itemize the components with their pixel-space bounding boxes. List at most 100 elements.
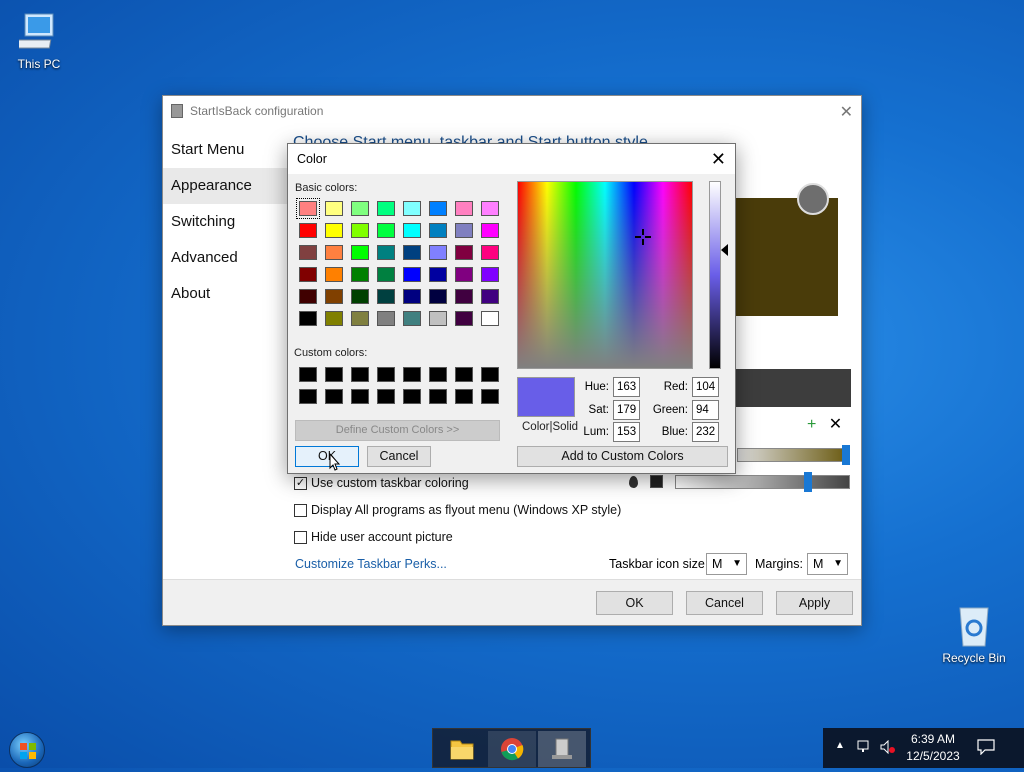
- color-slider[interactable]: [737, 445, 850, 465]
- basic-color-swatch[interactable]: [299, 223, 317, 238]
- start-button[interactable]: [9, 732, 45, 768]
- basic-color-swatch[interactable]: [325, 201, 343, 216]
- basic-color-swatch[interactable]: [351, 201, 369, 216]
- custom-color-swatch[interactable]: [481, 389, 499, 404]
- custom-color-swatch[interactable]: [351, 367, 369, 382]
- add-to-custom-colors-button[interactable]: Add to Custom Colors: [517, 446, 728, 467]
- basic-color-swatch[interactable]: [299, 311, 317, 326]
- checkbox-flyout[interactable]: [294, 503, 307, 517]
- basic-color-swatch[interactable]: [481, 267, 499, 282]
- nav-item-switching[interactable]: Switching: [163, 204, 289, 240]
- checkbox-custom-taskbar[interactable]: ✓: [294, 476, 307, 490]
- checkbox-row-hide-picture[interactable]: Hide user account picture: [294, 530, 453, 544]
- blue-input[interactable]: 232: [692, 422, 719, 442]
- lum-input[interactable]: 153: [613, 422, 640, 442]
- color-ok-button[interactable]: OK: [295, 446, 359, 467]
- basic-color-swatch[interactable]: [403, 289, 421, 304]
- basic-color-swatch[interactable]: [455, 201, 473, 216]
- taskbar-file-explorer[interactable]: [438, 731, 486, 767]
- basic-color-swatch[interactable]: [351, 223, 369, 238]
- custom-color-swatch[interactable]: [429, 367, 447, 382]
- basic-color-swatch[interactable]: [377, 223, 395, 238]
- custom-color-swatch[interactable]: [429, 389, 447, 404]
- custom-color-swatch[interactable]: [325, 367, 343, 382]
- basic-color-swatch[interactable]: [403, 201, 421, 216]
- basic-color-swatch[interactable]: [377, 311, 395, 326]
- color-spectrum[interactable]: [517, 181, 693, 369]
- config-ok-button[interactable]: OK: [596, 591, 673, 615]
- checkbox-row-flyout[interactable]: Display All programs as flyout menu (Win…: [294, 503, 621, 517]
- basic-color-swatch[interactable]: [325, 245, 343, 260]
- basic-color-swatch[interactable]: [351, 267, 369, 282]
- red-input[interactable]: 104: [692, 377, 719, 397]
- config-apply-button[interactable]: Apply: [776, 591, 853, 615]
- clock-date[interactable]: 12/5/2023: [903, 749, 963, 763]
- luminosity-arrow-icon[interactable]: [721, 244, 728, 256]
- basic-color-swatch[interactable]: [299, 245, 317, 260]
- basic-color-swatch[interactable]: [429, 223, 447, 238]
- color-cancel-button[interactable]: Cancel: [367, 446, 431, 467]
- plus-icon[interactable]: +: [807, 416, 816, 433]
- taskbar-icon-size-select[interactable]: M ▼: [706, 553, 747, 575]
- basic-color-swatch[interactable]: [429, 289, 447, 304]
- basic-color-swatch[interactable]: [377, 201, 395, 216]
- checkbox-hide-picture[interactable]: [294, 530, 307, 544]
- customize-taskbar-link[interactable]: Customize Taskbar Perks...: [295, 557, 447, 571]
- taskbar-style-preview[interactable]: [733, 369, 851, 407]
- basic-color-swatch[interactable]: [455, 267, 473, 282]
- network-icon[interactable]: [857, 740, 873, 757]
- config-cancel-button[interactable]: Cancel: [686, 591, 763, 615]
- basic-color-swatch[interactable]: [325, 267, 343, 282]
- config-titlebar[interactable]: StartIsBack configuration ✕: [163, 96, 861, 126]
- basic-color-swatch[interactable]: [481, 223, 499, 238]
- luminosity-bar[interactable]: [709, 181, 721, 369]
- basic-color-swatch[interactable]: [455, 245, 473, 260]
- checkbox-row-custom-taskbar[interactable]: ✓ Use custom taskbar coloring: [294, 476, 469, 490]
- custom-color-swatch[interactable]: [403, 389, 421, 404]
- config-close-icon[interactable]: ✕: [840, 102, 853, 122]
- basic-color-swatch[interactable]: [429, 311, 447, 326]
- custom-color-swatch[interactable]: [325, 389, 343, 404]
- notifications-icon[interactable]: [977, 739, 995, 758]
- margins-select[interactable]: M ▼: [807, 553, 848, 575]
- basic-color-swatch[interactable]: [377, 267, 395, 282]
- sat-input[interactable]: 179: [613, 400, 640, 420]
- basic-color-swatch[interactable]: [351, 311, 369, 326]
- chevron-up-icon[interactable]: ▲: [835, 740, 845, 751]
- nav-item-advanced[interactable]: Advanced: [163, 240, 289, 276]
- nav-item-appearance[interactable]: Appearance: [163, 168, 289, 204]
- basic-color-swatch[interactable]: [455, 289, 473, 304]
- basic-color-swatch[interactable]: [299, 289, 317, 304]
- basic-color-swatch[interactable]: [481, 245, 499, 260]
- desktop-icon-recycle-bin[interactable]: Recycle Bin: [939, 602, 1009, 665]
- basic-color-swatch[interactable]: [403, 223, 421, 238]
- basic-color-swatch[interactable]: [455, 311, 473, 326]
- basic-color-swatch[interactable]: [403, 311, 421, 326]
- custom-color-swatch[interactable]: [455, 367, 473, 382]
- taskbar-startisback[interactable]: [538, 731, 586, 767]
- nav-item-start-menu[interactable]: Start Menu: [163, 132, 289, 168]
- basic-color-swatch[interactable]: [377, 289, 395, 304]
- custom-color-swatch[interactable]: [377, 367, 395, 382]
- opacity-slider-thumb[interactable]: [804, 472, 812, 492]
- basic-color-swatch[interactable]: [377, 245, 395, 260]
- hue-input[interactable]: 163: [613, 377, 640, 397]
- custom-color-swatch[interactable]: [299, 367, 317, 382]
- close-icon[interactable]: ✕: [829, 416, 842, 433]
- basic-color-swatch[interactable]: [296, 198, 320, 219]
- basic-color-swatch[interactable]: [481, 201, 499, 216]
- custom-color-swatch[interactable]: [455, 389, 473, 404]
- basic-color-swatch[interactable]: [403, 267, 421, 282]
- custom-color-swatch[interactable]: [299, 389, 317, 404]
- color-dialog-titlebar[interactable]: Color ✕: [288, 144, 735, 174]
- custom-color-swatch[interactable]: [377, 389, 395, 404]
- basic-color-swatch[interactable]: [351, 289, 369, 304]
- basic-color-swatch[interactable]: [455, 223, 473, 238]
- basic-color-swatch[interactable]: [351, 245, 369, 260]
- opacity-slider[interactable]: [675, 472, 850, 492]
- basic-color-swatch[interactable]: [299, 267, 317, 282]
- volume-muted-icon[interactable]: [880, 739, 896, 757]
- basic-color-swatch[interactable]: [325, 311, 343, 326]
- color-dialog-close-icon[interactable]: ✕: [711, 149, 726, 170]
- clock-time[interactable]: 6:39 AM: [903, 732, 963, 746]
